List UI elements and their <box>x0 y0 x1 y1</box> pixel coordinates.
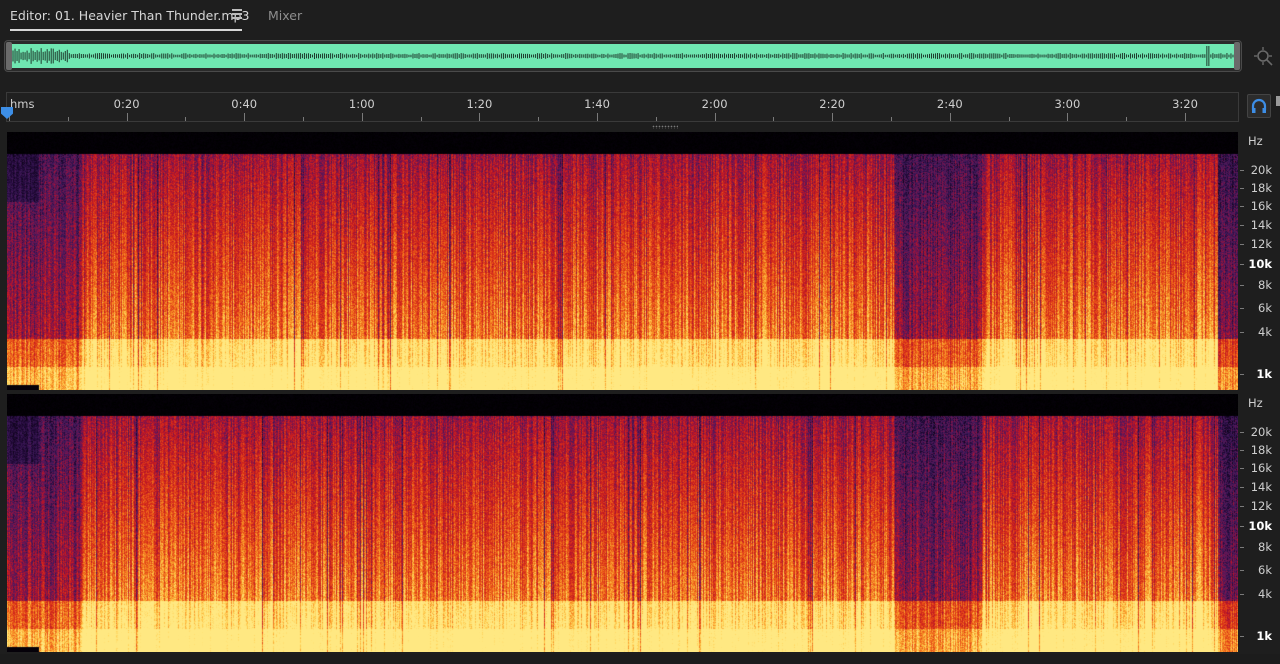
ruler-tick <box>420 117 422 121</box>
ruler-tick <box>714 113 716 121</box>
ruler-label: 2:00 <box>701 97 728 111</box>
ruler-tick <box>538 117 540 121</box>
ruler-tick <box>361 113 363 121</box>
ruler-tick <box>67 117 69 121</box>
frequency-label: 1k <box>1256 629 1272 644</box>
frequency-tick <box>1240 486 1244 488</box>
frequency-tick <box>1240 331 1244 333</box>
frequency-tick <box>1240 169 1244 171</box>
ruler-tick <box>1067 113 1069 121</box>
tab-editor-label: Editor: 01. Heavier Than Thunder.mp3 <box>10 8 250 23</box>
frequency-label: 14k <box>1250 479 1272 494</box>
ruler-label: 0:40 <box>231 97 258 111</box>
overview-right-handle[interactable] <box>1234 42 1240 70</box>
frequency-label: 20k <box>1250 424 1272 439</box>
channel-resize-grip[interactable] <box>652 125 678 129</box>
ruler-label: 3:20 <box>1172 97 1198 111</box>
tab-mixer-label: Mixer <box>268 8 303 23</box>
frequency-label: 10k <box>1248 257 1272 272</box>
overview-waveform-trace <box>9 46 1236 66</box>
tab-bar: Editor: 01. Heavier Than Thunder.mp3 Mix… <box>0 0 1280 34</box>
frequency-label: 8k <box>1258 540 1272 555</box>
frequency-tick <box>1240 449 1244 451</box>
overview-waveform[interactable] <box>4 40 1242 72</box>
frequency-label: 16k <box>1250 461 1272 475</box>
ruler-tick <box>1008 117 1010 121</box>
spectrogram-channel-right[interactable] <box>7 394 1238 652</box>
ruler-tick <box>126 113 128 121</box>
zoom-navigator-icon[interactable] <box>1252 45 1274 67</box>
frequency-axis-left: Hz 20k 18k 16k 14k 12k 10k 8k 6k 4k 1k <box>1240 132 1280 390</box>
frequency-tick <box>1240 264 1244 266</box>
frequency-label: 18k <box>1250 442 1272 457</box>
ruler-tick <box>185 117 187 121</box>
frequency-label: 4k <box>1258 586 1272 601</box>
frequency-tick <box>1240 593 1244 595</box>
ruler-tick <box>1185 113 1186 121</box>
frequency-unit-label: Hz <box>1248 396 1263 410</box>
panel-edge-handle[interactable] <box>1276 96 1280 106</box>
frequency-label: 14k <box>1250 217 1272 232</box>
ruler-label: 1:40 <box>584 97 610 111</box>
ruler-tick <box>655 117 657 121</box>
frequency-tick <box>1240 468 1244 469</box>
ruler-tick <box>244 113 246 121</box>
frequency-label: 4k <box>1258 324 1272 339</box>
frequency-tick <box>1240 431 1244 433</box>
frequency-label: 6k <box>1258 562 1272 577</box>
ruler-tick <box>832 113 834 121</box>
frequency-tick <box>1240 285 1244 287</box>
ruler-tick <box>597 113 598 121</box>
active-tab-underline <box>10 29 242 31</box>
frequency-label: 8k <box>1258 278 1272 293</box>
frequency-tick <box>1240 374 1244 376</box>
frequency-tick <box>1240 224 1244 226</box>
overview-left-handle[interactable] <box>6 42 12 70</box>
ruler-label: 2:40 <box>936 97 963 111</box>
frequency-label: 16k <box>1250 199 1272 213</box>
frequency-tick <box>1240 244 1244 246</box>
bottom-strip <box>0 654 1280 664</box>
frequency-tick <box>1240 569 1244 571</box>
ruler-tick <box>891 117 892 121</box>
frequency-axis-right: Hz 20k 18k 16k 14k 12k 10k 8k 6k 4k 1k <box>1240 394 1280 652</box>
spectrogram-canvas-left <box>7 132 1238 390</box>
frequency-label: 1k <box>1256 367 1272 382</box>
frequency-tick <box>1240 206 1244 207</box>
hamburger-icon[interactable] <box>232 9 243 19</box>
frequency-label: 6k <box>1258 300 1272 315</box>
spectrogram-canvas-right <box>7 394 1238 652</box>
frequency-tick <box>1240 307 1244 309</box>
headphone-icon[interactable] <box>1247 94 1271 118</box>
ruler-tick <box>303 117 304 121</box>
ruler-tick <box>479 113 481 121</box>
tab-mixer[interactable]: Mixer <box>268 8 302 23</box>
overview-waveform-fill <box>9 44 1237 68</box>
ruler-label: 3:00 <box>1054 97 1081 111</box>
time-ruler[interactable]: hms 0:20 0:40 1:00 1:20 1:40 2:00 2:20 2:40 3:00… <box>6 92 1239 122</box>
frequency-unit-label: Hz <box>1248 134 1263 148</box>
frequency-tick <box>1240 187 1244 189</box>
spectrogram-channel-left[interactable] <box>7 132 1238 390</box>
frequency-label: 12k <box>1250 237 1272 252</box>
frequency-tick <box>1240 526 1244 528</box>
frequency-tick <box>1240 547 1244 549</box>
ruler-label: 1:20 <box>466 97 493 111</box>
ruler-tick <box>949 113 951 121</box>
frequency-tick <box>1240 506 1244 508</box>
ruler-unit-label: hms <box>10 97 35 111</box>
frequency-label: 20k <box>1250 162 1272 177</box>
ruler-tick <box>773 117 775 121</box>
ruler-label: 1:00 <box>348 97 375 111</box>
frequency-label: 12k <box>1250 499 1272 514</box>
ruler-tick <box>1126 117 1128 121</box>
tab-editor[interactable]: Editor: 01. Heavier Than Thunder.mp3 <box>10 8 250 31</box>
frequency-label: 10k <box>1248 519 1272 534</box>
ruler-label: 2:20 <box>819 97 846 111</box>
frequency-label: 18k <box>1250 180 1272 195</box>
ruler-label: 0:20 <box>113 97 140 111</box>
frequency-tick <box>1240 636 1244 638</box>
